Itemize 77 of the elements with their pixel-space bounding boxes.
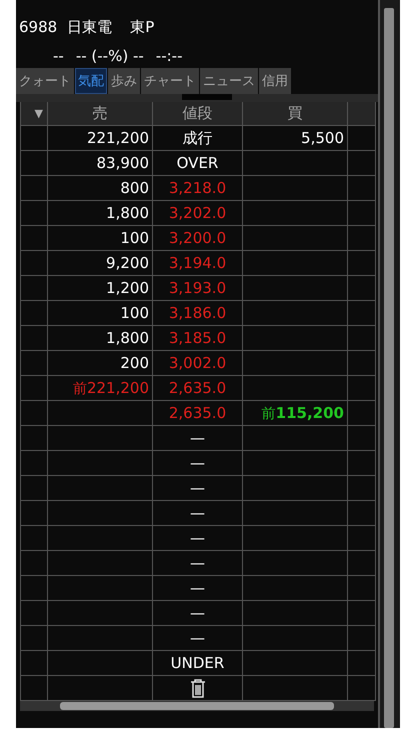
sell-quantity: 9,200 — [48, 251, 153, 276]
table-cell — [348, 251, 376, 276]
table-cell — [348, 151, 376, 176]
sell-quantity: 1,800 — [48, 201, 153, 226]
column-header[interactable]: ▼ — [21, 102, 48, 126]
table-cell — [348, 551, 376, 576]
price-cell: 3,186.0 — [153, 301, 243, 326]
market-name: 東P — [130, 18, 154, 37]
sell-quantity: 1,200 — [48, 276, 153, 301]
price-change: -- (--%) -- — [76, 47, 144, 65]
table-cell — [348, 126, 376, 151]
last-price: -- — [53, 47, 64, 65]
table-cell — [348, 526, 376, 551]
stock-name: 日東電 — [67, 18, 112, 37]
tab[interactable]: 信用 — [259, 68, 291, 94]
tab-scrollbar[interactable] — [16, 94, 378, 102]
table-cell — [348, 176, 376, 201]
price-cell: 2,635.0 — [153, 376, 243, 401]
column-header[interactable]: 値段 — [153, 102, 243, 126]
price-cell: — — [153, 576, 243, 601]
price-cell: 3,200.0 — [153, 226, 243, 251]
table-cell — [348, 401, 376, 426]
price-cell: — — [153, 426, 243, 451]
sell-quantity: 800 — [48, 176, 153, 201]
table-cell — [348, 376, 376, 401]
vertical-scrollbar[interactable] — [380, 0, 400, 728]
sell-quantity: 221,200 — [48, 126, 153, 151]
price-cell: 3,218.0 — [153, 176, 243, 201]
horizontal-scrollbar[interactable] — [20, 701, 374, 711]
table-cell — [348, 651, 376, 676]
sell-quantity: 前221,200 — [48, 376, 153, 401]
table-cell — [348, 501, 376, 526]
table-cell — [348, 601, 376, 626]
column-header[interactable]: 買 — [243, 102, 348, 126]
tab[interactable]: クォート — [16, 68, 74, 94]
table-cell — [348, 276, 376, 301]
column-header[interactable]: 売 — [48, 102, 153, 126]
stock-code: 6988 — [19, 18, 58, 37]
price-cell: 3,002.0 — [153, 351, 243, 376]
tab[interactable]: 気配 — [75, 68, 107, 94]
price-cell: 3,185.0 — [153, 326, 243, 351]
price-cell: — — [153, 476, 243, 501]
price-cell: 3,193.0 — [153, 276, 243, 301]
table-cell — [348, 201, 376, 226]
trash-icon[interactable] — [188, 678, 206, 698]
table-cell — [348, 226, 376, 251]
price-cell: 3,194.0 — [153, 251, 243, 276]
price-cell: — — [153, 551, 243, 576]
price-cell: — — [153, 451, 243, 476]
table-cell — [348, 326, 376, 351]
table-cell — [348, 426, 376, 451]
table-cell — [348, 351, 376, 376]
sell-quantity: 100 — [48, 301, 153, 326]
sell-quantity: 100 — [48, 226, 153, 251]
buy-quantity: 5,500 — [243, 126, 348, 151]
table-cell — [348, 301, 376, 326]
price-cell: — — [153, 501, 243, 526]
price-cell: 2,635.0 — [153, 401, 243, 426]
tab[interactable]: チャート — [141, 68, 199, 94]
update-time: --:-- — [156, 47, 183, 65]
tab[interactable]: ニュース — [200, 68, 258, 94]
price-cell: 成行 — [153, 126, 243, 151]
table-cell — [348, 576, 376, 601]
sell-quantity: 200 — [48, 351, 153, 376]
price-cell: — — [153, 601, 243, 626]
price-cell: — — [153, 526, 243, 551]
sell-quantity: 83,900 — [48, 151, 153, 176]
table-cell — [348, 451, 376, 476]
price-cell: OVER — [153, 151, 243, 176]
table-cell — [348, 626, 376, 651]
table-cell — [348, 476, 376, 501]
buy-quantity: 前115,200 — [243, 401, 348, 426]
sell-quantity: 1,800 — [48, 326, 153, 351]
tab[interactable]: 歩み — [108, 68, 140, 94]
price-cell: 3,202.0 — [153, 201, 243, 226]
price-cell: UNDER — [153, 651, 243, 676]
price-cell: — — [153, 626, 243, 651]
